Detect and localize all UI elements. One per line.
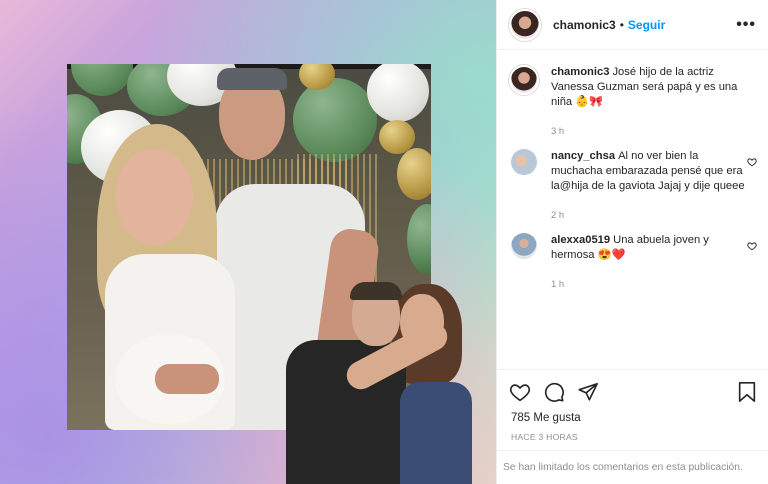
author-avatar[interactable] <box>509 65 539 95</box>
balloon <box>71 64 133 96</box>
separator-dot: • <box>619 17 624 32</box>
heart-icon[interactable] <box>509 381 531 403</box>
paper-plane-icon[interactable] <box>577 381 599 403</box>
comment-time[interactable]: 2 h <box>551 208 751 223</box>
commenter-avatar[interactable] <box>511 149 537 175</box>
man-cap <box>217 68 287 90</box>
hands <box>155 364 219 394</box>
author-avatar[interactable] <box>509 8 541 41</box>
comments-list[interactable]: chamonic3 José hijo de la actriz Vanessa … <box>497 51 768 369</box>
comment-item: nancy_chsa Al no ver bien la muchacha emb… <box>509 149 757 223</box>
post-side-panel: chamonic3 • Seguir ••• chamonic3 José hij… <box>496 0 768 484</box>
commenter-avatar[interactable] <box>511 233 537 259</box>
balloon <box>293 78 377 162</box>
comment-item: alexxa0519 Una abuela joven y hermosa 😍❤️… <box>509 233 757 292</box>
post-header: chamonic3 • Seguir ••• <box>497 0 768 50</box>
author-username[interactable]: chamonic3 <box>553 18 616 32</box>
inset-woman-dress <box>400 382 472 484</box>
inset-photo <box>282 282 478 484</box>
bookmark-icon[interactable] <box>737 381 757 403</box>
comment-username[interactable]: alexxa0519 <box>551 234 610 246</box>
balloon <box>397 148 431 200</box>
heart-outline-icon[interactable] <box>747 157 757 170</box>
post-media[interactable] <box>0 0 496 484</box>
action-bar <box>497 369 768 413</box>
inset-man-hair <box>350 282 402 300</box>
comment-time[interactable]: 1 h <box>551 277 751 292</box>
woman-face <box>115 149 193 245</box>
caption-username[interactable]: chamonic3 <box>551 66 609 78</box>
likes-count[interactable]: 785 Me gusta <box>511 412 581 424</box>
follow-button[interactable]: Seguir <box>628 18 665 32</box>
comment-username[interactable]: nancy_chsa <box>551 150 615 162</box>
heart-outline-icon[interactable] <box>747 241 757 254</box>
more-horizontal-icon[interactable]: ••• <box>736 16 756 34</box>
balloon <box>367 64 429 122</box>
caption: chamonic3 José hijo de la actriz Vanessa … <box>509 65 757 139</box>
balloon <box>407 204 431 274</box>
comments-limited-notice: Se han limitado los comentarios en esta … <box>497 450 768 484</box>
caption-time[interactable]: 3 h <box>551 124 751 139</box>
post-timestamp[interactable]: HACE 3 HORAS <box>511 432 578 442</box>
comment-icon[interactable] <box>543 381 565 403</box>
